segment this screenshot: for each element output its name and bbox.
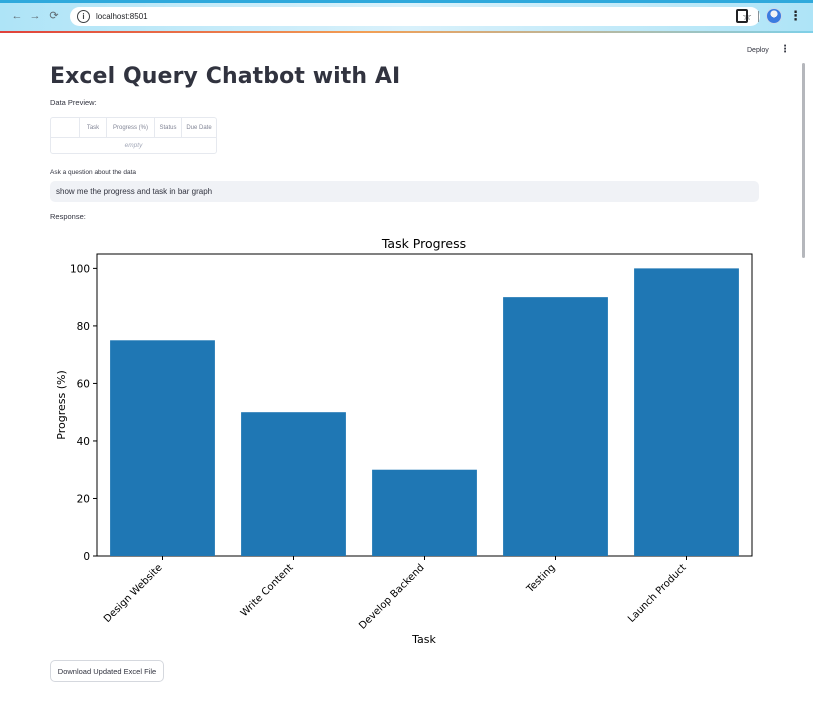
y-axis-label: Progress (%) (55, 370, 68, 439)
reload-icon[interactable]: ⟳ (47, 9, 61, 23)
bar-series (110, 268, 739, 556)
browser-toolbar: ← → ⟳ i localhost:8501 ☆ ⋮ (0, 0, 813, 33)
response-label: Response: (50, 212, 86, 221)
toolbar-divider (758, 11, 759, 22)
column-header-progress[interactable]: Progress (%) (106, 118, 154, 138)
data-preview-table[interactable]: Task Progress (%) Status Due Date empty (50, 117, 217, 154)
page-title: Excel Query Chatbot with AI (50, 64, 401, 89)
y-tick-label: 100 (70, 263, 90, 275)
x-tick-label: Develop Backend (357, 562, 426, 631)
bar (372, 469, 477, 556)
x-axis: Design Website Write Content Develop Backe… (102, 556, 689, 632)
browser-bottom-accent (0, 31, 813, 33)
deploy-button[interactable]: Deploy (747, 47, 769, 54)
question-input[interactable]: show me the progress and task in bar gra… (50, 181, 759, 202)
task-progress-chart: Task Progress 0 20 40 60 80 100 Design Websit… (55, 236, 753, 646)
x-tick-label: Testing (524, 562, 557, 595)
bar (634, 268, 739, 556)
column-header-status[interactable]: Status (154, 118, 181, 138)
y-tick-label: 80 (77, 321, 90, 333)
page-scrollbar[interactable] (802, 63, 805, 258)
x-tick-label: Write Content (239, 562, 296, 619)
y-axis: 0 20 40 60 80 100 (70, 263, 97, 563)
y-tick-label: 0 (83, 551, 90, 563)
browser-menu-icon[interactable]: ⋮ (789, 8, 802, 24)
chart-title: Task Progress (381, 236, 466, 251)
x-tick-label: Launch Product (626, 562, 689, 625)
table-header-row: Task Progress (%) Status Due Date (51, 118, 216, 138)
download-excel-button[interactable]: Download Updated Excel File (50, 660, 164, 682)
forward-arrow-icon[interactable]: → (28, 9, 42, 23)
data-preview-label: Data Preview: (50, 98, 97, 107)
y-tick-label: 20 (77, 493, 90, 505)
bar (110, 340, 215, 556)
table-index-header[interactable] (51, 118, 79, 138)
app-menu-icon[interactable]: ⋮ (780, 44, 790, 55)
question-label: Ask a question about the data (50, 169, 137, 176)
x-axis-label: Task (411, 633, 436, 646)
url-text[interactable]: localhost:8501 (96, 12, 148, 21)
profile-avatar-icon[interactable] (766, 8, 782, 24)
y-tick-label: 60 (77, 378, 90, 390)
column-header-due-date[interactable]: Due Date (181, 118, 216, 138)
extensions-icon[interactable] (736, 9, 748, 23)
address-bar[interactable]: i localhost:8501 ☆ (70, 7, 760, 26)
x-tick-label: Design Website (102, 562, 165, 625)
back-arrow-icon[interactable]: ← (10, 9, 24, 23)
site-info-icon[interactable]: i (77, 10, 90, 23)
bar (503, 297, 608, 556)
column-header-task[interactable]: Task (79, 118, 106, 138)
bar (241, 412, 346, 556)
browser-top-accent (0, 0, 813, 3)
y-tick-label: 40 (77, 436, 90, 448)
table-empty-text: empty (124, 142, 143, 149)
